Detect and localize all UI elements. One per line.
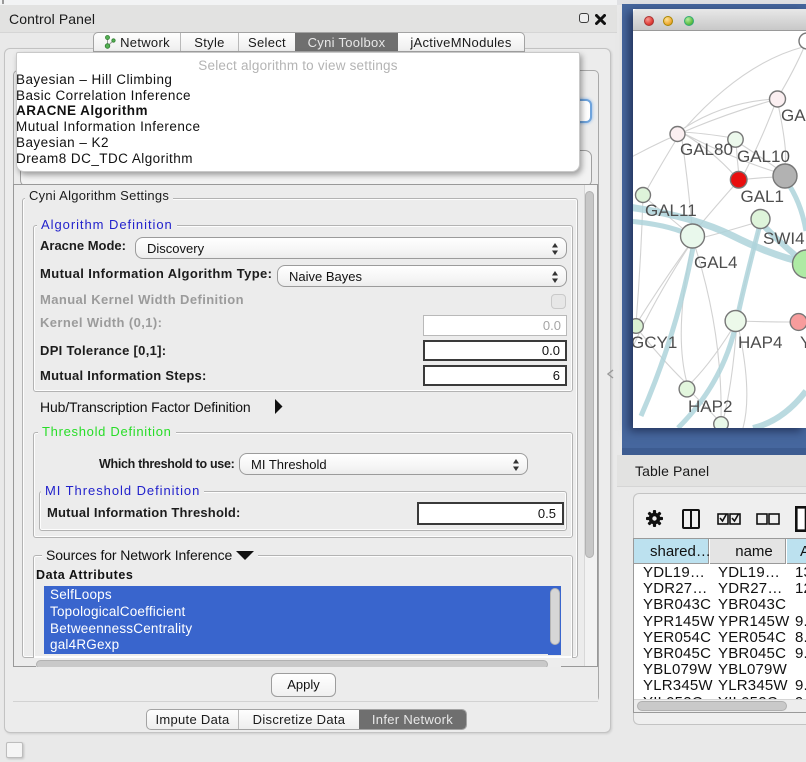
- svg-text:GAL1: GAL1: [741, 187, 784, 206]
- svg-text:GAL80: GAL80: [680, 140, 733, 159]
- svg-text:GAL10: GAL10: [737, 147, 790, 166]
- svg-text:HAP4: HAP4: [738, 333, 782, 352]
- svg-text:Y: Y: [800, 333, 806, 352]
- svg-text:GAL: GAL: [781, 106, 806, 125]
- svg-text:GAL4: GAL4: [694, 253, 737, 272]
- svg-text:GAL11: GAL11: [645, 201, 697, 220]
- svg-text:GCY1: GCY1: [633, 333, 677, 352]
- svg-text:HAP2: HAP2: [688, 397, 732, 416]
- svg-text:SWI4: SWI4: [763, 229, 805, 248]
